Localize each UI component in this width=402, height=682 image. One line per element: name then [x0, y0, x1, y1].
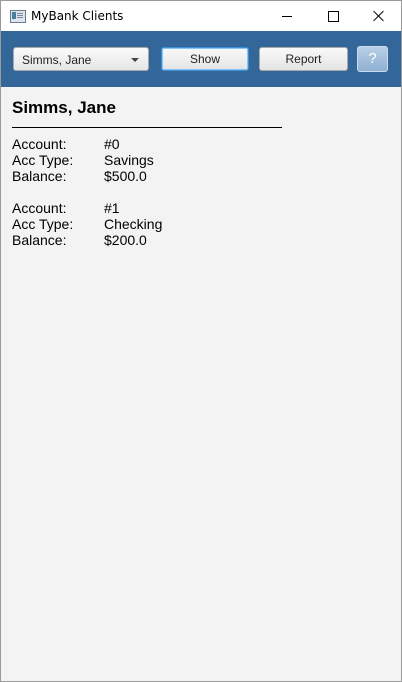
close-icon	[373, 10, 385, 22]
toolbar: Simms, Jane Show Report ?	[1, 31, 401, 87]
chevron-down-icon	[131, 58, 139, 62]
maximize-icon	[327, 10, 339, 22]
account-number: #1	[104, 200, 120, 216]
account-row: Account: #1	[12, 200, 312, 216]
account-type-value: Savings	[104, 152, 154, 168]
client-select[interactable]: Simms, Jane	[13, 47, 149, 71]
balance-value: $200.0	[104, 232, 147, 248]
account-label: Account:	[12, 136, 67, 152]
account-label: Account:	[12, 200, 67, 216]
balance-row: Balance: $200.0	[12, 232, 312, 248]
account-type-row: Acc Type: Savings	[12, 152, 312, 168]
app-icon	[10, 10, 26, 23]
client-select-value: Simms, Jane	[22, 53, 92, 67]
balance-label: Balance:	[12, 168, 67, 184]
account-type-value: Checking	[104, 216, 163, 232]
account-number: #0	[104, 136, 120, 152]
account-type-label: Acc Type:	[12, 152, 74, 168]
account-type-label: Acc Type:	[12, 216, 74, 232]
account-row: Account: #0	[12, 136, 312, 152]
balance-value: $500.0	[104, 168, 147, 184]
account-block: Account: #0 Acc Type: Savings Balance: $…	[12, 136, 312, 184]
help-button[interactable]: ?	[357, 46, 388, 72]
maximize-button[interactable]	[310, 1, 356, 31]
window-title: MyBank Clients	[31, 9, 124, 23]
balance-row: Balance: $500.0	[12, 168, 312, 184]
report-button[interactable]: Report	[259, 47, 348, 71]
app-window: MyBank Clients Simms, Jane Show Report ?…	[0, 0, 402, 682]
close-button[interactable]	[356, 1, 401, 31]
client-name-heading: Simms, Jane	[12, 98, 116, 117]
account-type-row: Acc Type: Checking	[12, 216, 312, 232]
balance-label: Balance:	[12, 232, 67, 248]
minimize-button[interactable]	[264, 1, 310, 31]
account-block: Account: #1 Acc Type: Checking Balance: …	[12, 200, 312, 248]
show-button[interactable]: Show	[161, 47, 249, 71]
title-bar[interactable]: MyBank Clients	[1, 1, 401, 31]
divider	[12, 127, 282, 128]
minimize-icon	[282, 15, 292, 17]
